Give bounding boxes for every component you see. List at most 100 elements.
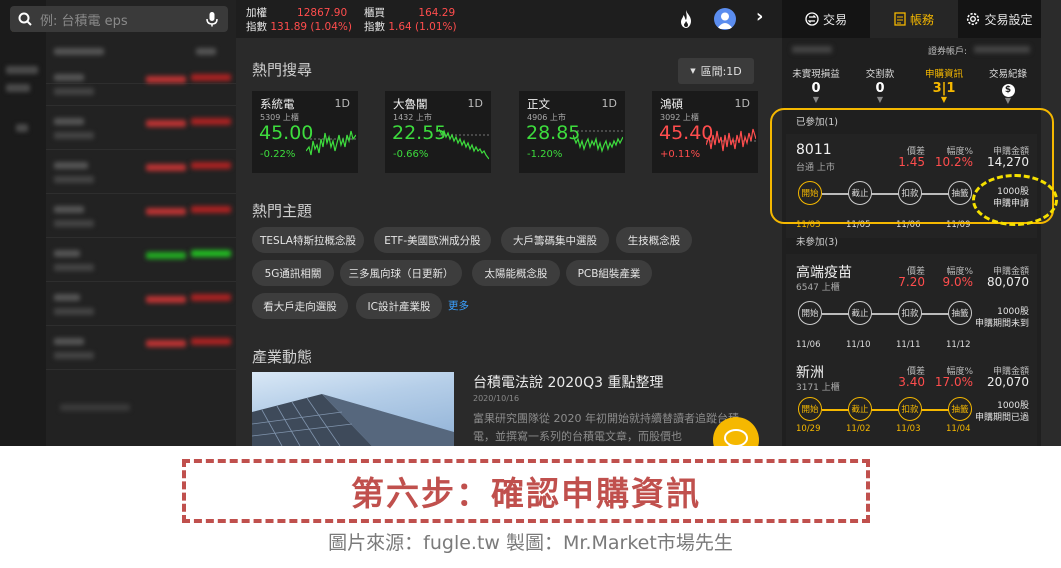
step-date: 11/10 [846,340,871,350]
stat-ipo-info[interactable]: 申購資訊 3|1 ▼ [914,66,974,104]
industry-news-title: 產業動態 [252,348,313,366]
index-label: 指數 [246,21,267,33]
stock-period: 1D [601,97,617,110]
app-window: 例: 台積電 eps 加權 12867.90 指數 131.89 (1.04%)… [0,0,1061,446]
chat-button[interactable] [713,417,759,446]
image-credit: 圖片來源：fugle.tw 製圖：Mr.Market市場先生 [328,532,733,554]
hot-stock-card[interactable]: 系統電 1D 5309 上櫃 45.00 -0.22% [252,91,358,173]
step-date: 11/04 [946,424,971,434]
document-icon [894,12,906,26]
tab-label: 交易 [822,12,847,27]
step-date: 11/06 [796,340,821,350]
ipo-qty-status: 1000股申購期間未到 [975,306,1029,330]
caret-down-icon: ▼ [812,95,820,104]
taiex-index[interactable]: 加權 12867.90 指數 131.89 (1.04%) [246,6,352,34]
stat-value: 3|1 [932,81,956,96]
step-lottery: 抽籤 [948,301,972,325]
user-icon [717,12,733,29]
top-bar: 加權 12867.90 指數 131.89 (1.04%) 櫃買 164.29 … [236,0,782,38]
topic-tag[interactable]: 看大戶走向選股 [252,293,348,319]
exchange-icon [805,12,819,26]
caret-down-icon: ▼ [940,95,948,104]
fire-icon[interactable] [677,9,695,29]
watchlist-panel [46,0,236,446]
ipo-amount: 20,070 [987,375,1029,389]
stock-name: 系統電 [260,97,295,111]
more-topics-link[interactable]: 更多 [448,298,469,313]
range-label: 區間:1D [700,65,742,78]
stat-value: 0 [875,81,885,96]
step-date: 11/11 [896,340,921,350]
stock-period: 1D [467,97,483,110]
news-thumbnail[interactable] [252,372,454,446]
step-date: 11/12 [946,340,971,350]
stock-period: 1D [334,97,350,110]
step-debit: 扣款 [898,301,922,325]
stat-label: 交割款 [865,69,895,80]
ipo-spread: 3.40 [898,375,925,389]
topic-tag[interactable]: 太陽能概念股 [472,260,560,286]
topic-tag[interactable]: 生技概念股 [616,227,692,253]
hot-stock-card[interactable]: 鴻碩 1D 3092 上櫃 45.40 +0.11% [652,91,758,173]
topic-tag[interactable]: ETF-美國歐洲成分股 [374,227,491,253]
ipo-item[interactable]: 新洲 3171 上櫃 價差 幅度% 申購金額 3.40 17.0% 20,070… [786,354,1037,446]
topic-tag[interactable]: 大戶籌碼集中選股 [501,227,609,253]
topic-tag[interactable]: 三多風向球（日更新） [340,260,462,286]
tab-label: 帳務 [909,12,934,27]
stat-label: 申購資訊 [924,69,963,80]
topic-tag[interactable]: TESLA特斯拉概念股 [252,227,364,253]
chevron-right-icon[interactable]: › [756,6,763,27]
hot-stock-card[interactable]: 大魯閣 1D 1432 上市 22.55 -0.66% [385,91,491,173]
sparkline-chart [439,128,489,160]
highlight-circle [972,174,1058,226]
hot-stock-card[interactable]: 正文 1D 4906 上市 28.85 -1.20% [519,91,625,173]
stat-unrealized[interactable]: 未實現損益 0 ▼ [786,66,846,104]
tab-trade[interactable]: 交易 [782,0,870,38]
search-input[interactable]: 例: 台積電 eps [40,10,204,29]
search-bar[interactable]: 例: 台積電 eps [10,6,228,32]
ipo-name: 新洲 [796,365,824,381]
tab-label: 交易設定 [984,12,1033,27]
index-change: 1.64 (1.01%) [388,21,457,33]
ipo-name: 高端疫苗 [796,265,852,281]
news-headline[interactable]: 台積電法說 2020Q3 重點整理 [473,372,663,392]
ipo-pct: 17.0% [934,375,973,389]
step-start: 開始 [798,397,822,421]
tab-trade-settings[interactable]: 交易設定 [958,0,1041,38]
index-label: 指數 [364,21,385,33]
topic-tag[interactable]: 5G通訊相關 [252,260,334,286]
stat-trade-records[interactable]: 交易紀錄 $ ▼ [978,66,1038,105]
avatar[interactable] [714,8,736,30]
stock-change: -1.20% [527,149,563,160]
account-label: 證券帳戶: [928,47,968,57]
ipo-status: 申購期間已過 [974,413,1029,423]
ipo-qty: 1000股 [997,307,1029,317]
panel-tabs: 交易 帳務 交易設定 [782,0,1041,38]
ipo-spread: 7.20 [898,275,925,289]
otc-index[interactable]: 櫃買 164.29 指數 1.64 (1.01%) [364,6,457,34]
not-joined-group-label: 未參加(3) [796,237,838,248]
step-caption: 第六步：確認申購資訊 [351,474,701,513]
search-icon [18,12,32,26]
hot-topics-title: 熱門主題 [252,202,313,220]
ipo-status: 申購期間未到 [974,319,1029,329]
tab-account[interactable]: 帳務 [870,0,958,38]
stock-change: +0.11% [660,149,701,160]
topic-tag[interactable]: IC設計產業股 [356,293,442,319]
step-start: 開始 [798,301,822,325]
index-value: 12867.90 [297,7,348,19]
ipo-item[interactable]: 高端疫苗 6547 上櫃 價差 幅度% 申購金額 7.20 9.0% 80,07… [786,254,1037,358]
step-date: 11/02 [846,424,871,434]
stat-settlement[interactable]: 交割款 0 ▼ [850,66,910,104]
stat-label: 交易紀錄 [988,69,1027,80]
range-button[interactable]: ▼ 區間:1D [678,58,754,84]
stat-label: 未實現損益 [792,69,840,80]
caret-down-icon: ▼ [690,67,696,75]
stock-name: 大魯閣 [393,97,428,111]
sparkline-chart [573,130,623,154]
ipo-pct: 9.0% [942,275,974,289]
building-image [252,394,454,446]
microphone-icon[interactable] [204,11,220,27]
topic-tag[interactable]: PCB組裝產業 [566,260,652,286]
caret-down-icon: ▼ [1004,96,1012,105]
